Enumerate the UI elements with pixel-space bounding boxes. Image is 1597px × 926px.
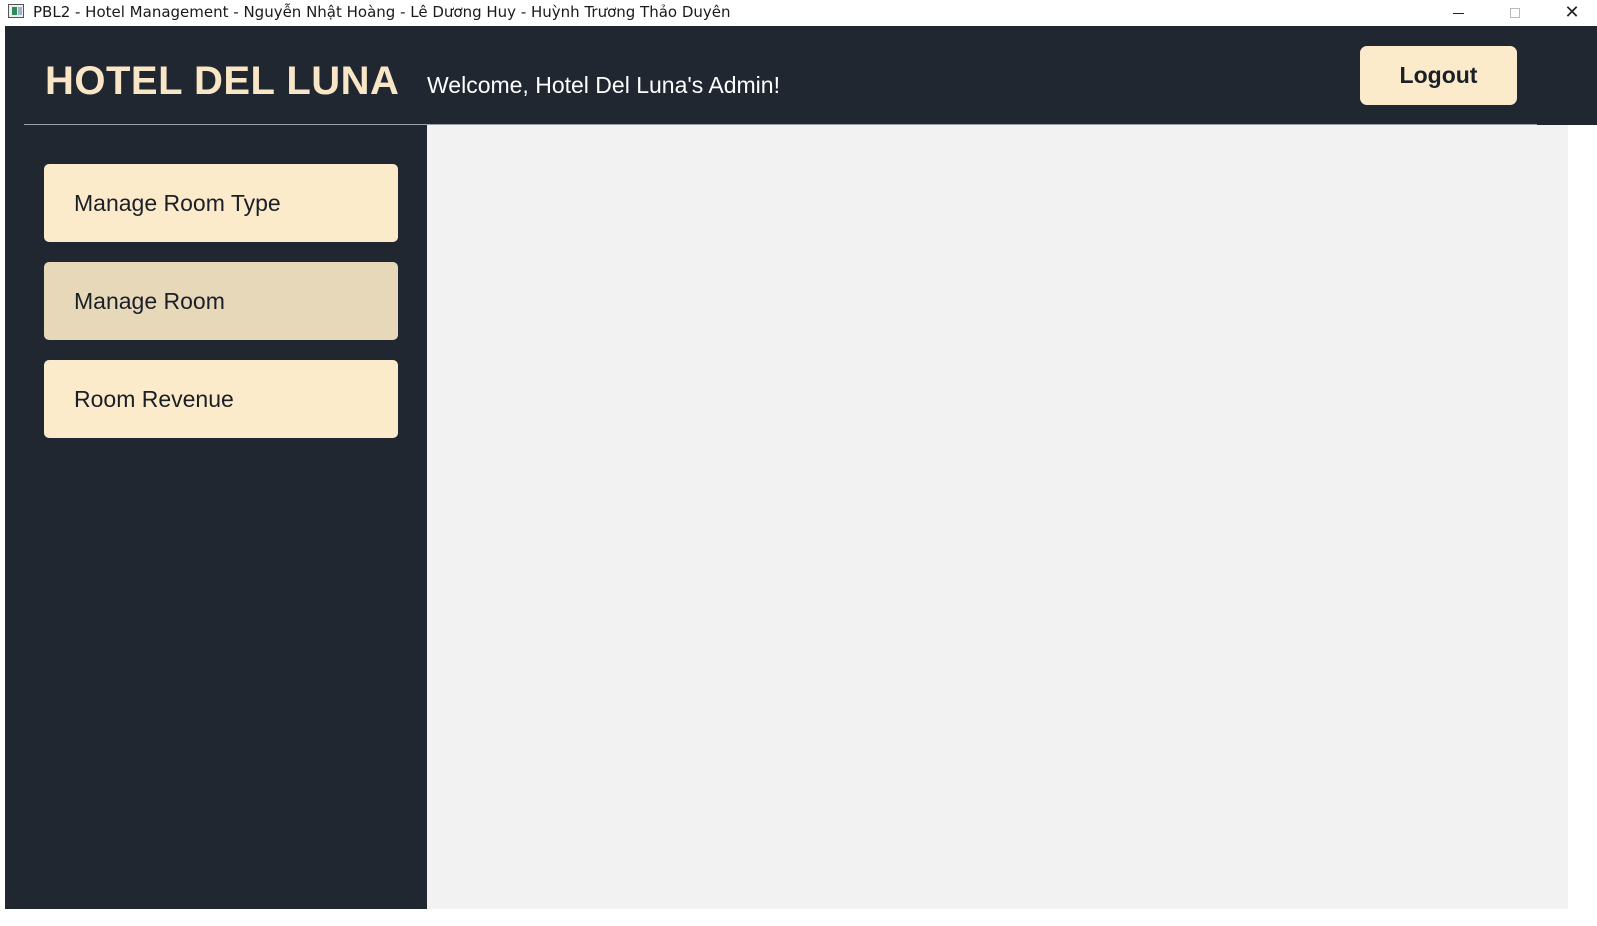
brand-title: HOTEL DEL LUNA xyxy=(45,59,400,103)
close-icon: ✕ xyxy=(1564,2,1580,23)
title-bar: PBL2 - Hotel Management - Nguyễn Nhật Ho… xyxy=(0,0,1597,26)
window-right-edge xyxy=(1568,125,1597,926)
close-button[interactable]: ✕ xyxy=(1544,0,1597,26)
sidebar-item-manage-room[interactable]: Manage Room xyxy=(44,262,398,340)
sidebar-item-manage-room-type[interactable]: Manage Room Type xyxy=(44,164,398,242)
minimize-button[interactable] xyxy=(1430,0,1486,26)
app-window: PBL2 - Hotel Management - Nguyễn Nhật Ho… xyxy=(0,0,1597,926)
logout-button[interactable]: Logout xyxy=(1360,46,1517,105)
header: HOTEL DEL LUNA Welcome, Hotel Del Luna's… xyxy=(5,26,1597,125)
sidebar-item-room-revenue[interactable]: Room Revenue xyxy=(44,360,398,438)
app-window-icon xyxy=(8,4,24,18)
maximize-button[interactable] xyxy=(1487,0,1543,26)
welcome-message: Welcome, Hotel Del Luna's Admin! xyxy=(427,72,780,98)
minimize-icon xyxy=(1452,12,1464,14)
main-content-area xyxy=(427,125,1536,909)
sidebar: Manage Room Type Manage Room Room Revenu… xyxy=(5,125,427,926)
window-bottom-edge xyxy=(0,909,1597,926)
window-title: PBL2 - Hotel Management - Nguyễn Nhật Ho… xyxy=(33,3,731,21)
maximize-icon xyxy=(1510,8,1520,18)
